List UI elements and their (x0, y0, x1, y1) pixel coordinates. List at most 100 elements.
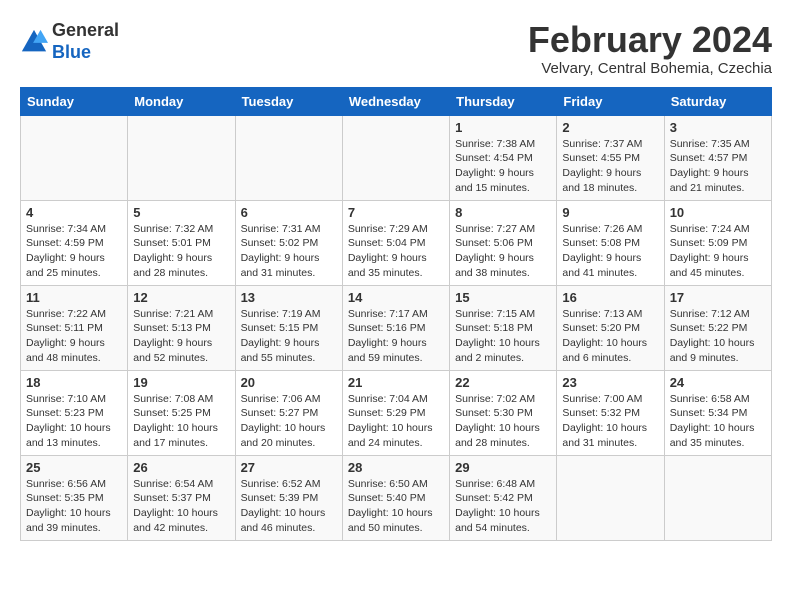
weekday-header-wednesday: Wednesday (342, 87, 449, 115)
calendar-cell: 6 Sunrise: 7:31 AMSunset: 5:02 PMDaylight… (235, 200, 342, 285)
day-number: 17 (670, 290, 766, 305)
day-number: 22 (455, 375, 551, 390)
calendar-cell (342, 115, 449, 200)
day-number: 15 (455, 290, 551, 305)
day-info: Sunrise: 7:13 AMSunset: 5:20 PMDaylight:… (562, 307, 658, 366)
calendar-cell: 17 Sunrise: 7:12 AMSunset: 5:22 PMDayligh… (664, 285, 771, 370)
calendar-cell: 8Sunrise: 7:27 AMSunset: 5:06 PMDaylight… (450, 200, 557, 285)
day-number: 21 (348, 375, 444, 390)
day-info: Sunrise: 6:54 AMSunset: 5:37 PMDaylight:… (133, 477, 229, 536)
title-block: February 2024 Velvary, Central Bohemia, … (528, 20, 772, 77)
calendar-cell: 4 Sunrise: 7:34 AMSunset: 4:59 PMDaylight… (21, 200, 128, 285)
calendar-table: SundayMondayTuesdayWednesdayThursdayFrid… (20, 87, 772, 541)
weekday-header-saturday: Saturday (664, 87, 771, 115)
day-number: 13 (241, 290, 337, 305)
day-info: Sunrise: 7:38 AMSunset: 4:54 PMDaylight:… (455, 137, 551, 196)
day-info: Sunrise: 7:26 AMSunset: 5:08 PMDaylight:… (562, 222, 658, 281)
calendar-cell: 7Sunrise: 7:29 AMSunset: 5:04 PMDaylight… (342, 200, 449, 285)
calendar-cell (235, 115, 342, 200)
day-number: 2 (562, 120, 658, 135)
day-number: 28 (348, 460, 444, 475)
calendar-cell: 22 Sunrise: 7:02 AMSunset: 5:30 PMDayligh… (450, 370, 557, 455)
day-info: Sunrise: 6:58 AMSunset: 5:34 PMDaylight:… (670, 392, 766, 451)
calendar-week-row: 11 Sunrise: 7:22 AMSunset: 5:11 PMDayligh… (21, 285, 772, 370)
logo-icon (20, 28, 48, 56)
calendar-cell (557, 455, 664, 540)
day-number: 16 (562, 290, 658, 305)
calendar-week-row: 18Sunrise: 7:10 AMSunset: 5:23 PMDayligh… (21, 370, 772, 455)
day-number: 14 (348, 290, 444, 305)
weekday-header-monday: Monday (128, 87, 235, 115)
day-info: Sunrise: 7:31 AMSunset: 5:02 PMDaylight:… (241, 222, 337, 281)
weekday-header-tuesday: Tuesday (235, 87, 342, 115)
day-info: Sunrise: 7:06 AMSunset: 5:27 PMDaylight:… (241, 392, 337, 451)
day-number: 8 (455, 205, 551, 220)
day-info: Sunrise: 6:48 AMSunset: 5:42 PMDaylight:… (455, 477, 551, 536)
day-number: 11 (26, 290, 122, 305)
location-subtitle: Velvary, Central Bohemia, Czechia (528, 60, 772, 77)
calendar-week-row: 1 Sunrise: 7:38 AMSunset: 4:54 PMDaylight… (21, 115, 772, 200)
day-number: 20 (241, 375, 337, 390)
calendar-cell: 21 Sunrise: 7:04 AMSunset: 5:29 PMDayligh… (342, 370, 449, 455)
day-number: 27 (241, 460, 337, 475)
calendar-cell: 26Sunrise: 6:54 AMSunset: 5:37 PMDayligh… (128, 455, 235, 540)
calendar-cell: 24 Sunrise: 6:58 AMSunset: 5:34 PMDayligh… (664, 370, 771, 455)
day-info: Sunrise: 7:00 AMSunset: 5:32 PMDaylight:… (562, 392, 658, 451)
day-number: 25 (26, 460, 122, 475)
day-number: 19 (133, 375, 229, 390)
day-number: 24 (670, 375, 766, 390)
day-info: Sunrise: 7:35 AMSunset: 4:57 PMDaylight:… (670, 137, 766, 196)
day-info: Sunrise: 7:22 AMSunset: 5:11 PMDaylight:… (26, 307, 122, 366)
calendar-cell: 15 Sunrise: 7:15 AMSunset: 5:18 PMDayligh… (450, 285, 557, 370)
weekday-header-thursday: Thursday (450, 87, 557, 115)
day-info: Sunrise: 7:19 AMSunset: 5:15 PMDaylight:… (241, 307, 337, 366)
logo-blue-text: Blue (52, 42, 91, 62)
logo-general-text: General (52, 20, 119, 40)
weekday-header-friday: Friday (557, 87, 664, 115)
day-number: 9 (562, 205, 658, 220)
day-info: Sunrise: 7:04 AMSunset: 5:29 PMDaylight:… (348, 392, 444, 451)
day-info: Sunrise: 7:15 AMSunset: 5:18 PMDaylight:… (455, 307, 551, 366)
calendar-cell: 23 Sunrise: 7:00 AMSunset: 5:32 PMDayligh… (557, 370, 664, 455)
day-info: Sunrise: 7:34 AMSunset: 4:59 PMDaylight:… (26, 222, 122, 281)
day-info: Sunrise: 7:02 AMSunset: 5:30 PMDaylight:… (455, 392, 551, 451)
day-number: 10 (670, 205, 766, 220)
calendar-cell: 1 Sunrise: 7:38 AMSunset: 4:54 PMDaylight… (450, 115, 557, 200)
calendar-cell: 25Sunrise: 6:56 AMSunset: 5:35 PMDayligh… (21, 455, 128, 540)
day-number: 1 (455, 120, 551, 135)
calendar-cell: 27Sunrise: 6:52 AMSunset: 5:39 PMDayligh… (235, 455, 342, 540)
day-info: Sunrise: 7:08 AMSunset: 5:25 PMDaylight:… (133, 392, 229, 451)
day-number: 6 (241, 205, 337, 220)
calendar-cell: 19 Sunrise: 7:08 AMSunset: 5:25 PMDayligh… (128, 370, 235, 455)
weekday-header-sunday: Sunday (21, 87, 128, 115)
calendar-cell: 14 Sunrise: 7:17 AMSunset: 5:16 PMDayligh… (342, 285, 449, 370)
day-info: Sunrise: 7:17 AMSunset: 5:16 PMDaylight:… (348, 307, 444, 366)
calendar-cell: 13 Sunrise: 7:19 AMSunset: 5:15 PMDayligh… (235, 285, 342, 370)
day-number: 7 (348, 205, 444, 220)
calendar-cell: 9 Sunrise: 7:26 AMSunset: 5:08 PMDaylight… (557, 200, 664, 285)
day-info: Sunrise: 7:37 AMSunset: 4:55 PMDaylight:… (562, 137, 658, 196)
calendar-cell: 3 Sunrise: 7:35 AMSunset: 4:57 PMDaylight… (664, 115, 771, 200)
calendar-cell: 11 Sunrise: 7:22 AMSunset: 5:11 PMDayligh… (21, 285, 128, 370)
day-number: 18 (26, 375, 122, 390)
day-number: 4 (26, 205, 122, 220)
day-info: Sunrise: 7:32 AMSunset: 5:01 PMDaylight:… (133, 222, 229, 281)
calendar-cell: 5Sunrise: 7:32 AMSunset: 5:01 PMDaylight… (128, 200, 235, 285)
calendar-cell (128, 115, 235, 200)
calendar-cell: 20 Sunrise: 7:06 AMSunset: 5:27 PMDayligh… (235, 370, 342, 455)
month-year-title: February 2024 (528, 20, 772, 60)
day-info: Sunrise: 7:24 AMSunset: 5:09 PMDaylight:… (670, 222, 766, 281)
calendar-cell: 12Sunrise: 7:21 AMSunset: 5:13 PMDayligh… (128, 285, 235, 370)
page-header: General Blue February 2024 Velvary, Cent… (20, 20, 772, 77)
calendar-cell: 10 Sunrise: 7:24 AMSunset: 5:09 PMDayligh… (664, 200, 771, 285)
calendar-cell (664, 455, 771, 540)
calendar-cell: 29Sunrise: 6:48 AMSunset: 5:42 PMDayligh… (450, 455, 557, 540)
day-number: 23 (562, 375, 658, 390)
calendar-cell (21, 115, 128, 200)
calendar-cell: 16 Sunrise: 7:13 AMSunset: 5:20 PMDayligh… (557, 285, 664, 370)
calendar-cell: 2 Sunrise: 7:37 AMSunset: 4:55 PMDaylight… (557, 115, 664, 200)
day-info: Sunrise: 7:12 AMSunset: 5:22 PMDaylight:… (670, 307, 766, 366)
calendar-week-row: 25Sunrise: 6:56 AMSunset: 5:35 PMDayligh… (21, 455, 772, 540)
logo: General Blue (20, 20, 119, 63)
day-number: 3 (670, 120, 766, 135)
